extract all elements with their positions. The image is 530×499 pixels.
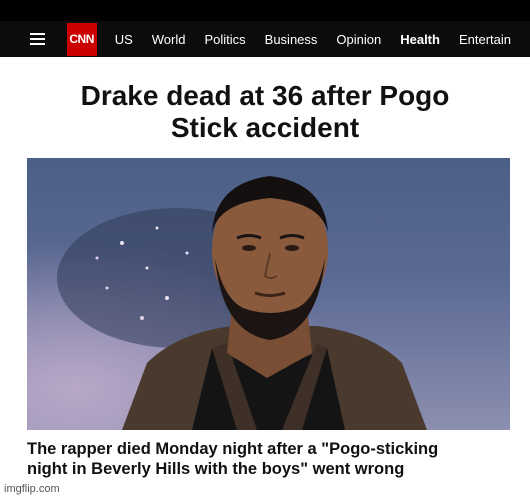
nav-item-entertainment[interactable]: Entertain: [459, 32, 511, 47]
article-headline: Drake dead at 36 after Pogo Stick accide…: [0, 80, 530, 144]
hamburger-menu-icon[interactable]: [30, 33, 45, 45]
navigation-bar: CNN US World Politics Business Opinion H…: [0, 21, 530, 57]
headline-line-1: Drake dead at 36 after Pogo: [80, 80, 450, 111]
headline-line-2: Stick accident: [170, 112, 360, 143]
nav-item-opinion[interactable]: Opinion: [336, 32, 381, 47]
nav-item-us[interactable]: US: [115, 32, 133, 47]
caption-line-2: night in Beverly Hills with the boys" we…: [27, 460, 405, 478]
top-bar: [0, 0, 530, 21]
nav-item-world[interactable]: World: [152, 32, 186, 47]
nav-item-business[interactable]: Business: [265, 32, 318, 47]
nav-item-health[interactable]: Health: [400, 32, 440, 47]
photo-caption: The rapper died Monday night after a "Po…: [27, 439, 517, 479]
caption-line-1: The rapper died Monday night after a "Po…: [27, 440, 439, 458]
imgflip-watermark: imgflip.com: [4, 483, 60, 495]
cnn-logo[interactable]: CNN: [66, 22, 97, 56]
nav-item-politics[interactable]: Politics: [204, 32, 245, 47]
page: CNN US World Politics Business Opinion H…: [0, 0, 530, 499]
article-photo: [27, 158, 510, 430]
portrait-illustration: [57, 176, 427, 430]
